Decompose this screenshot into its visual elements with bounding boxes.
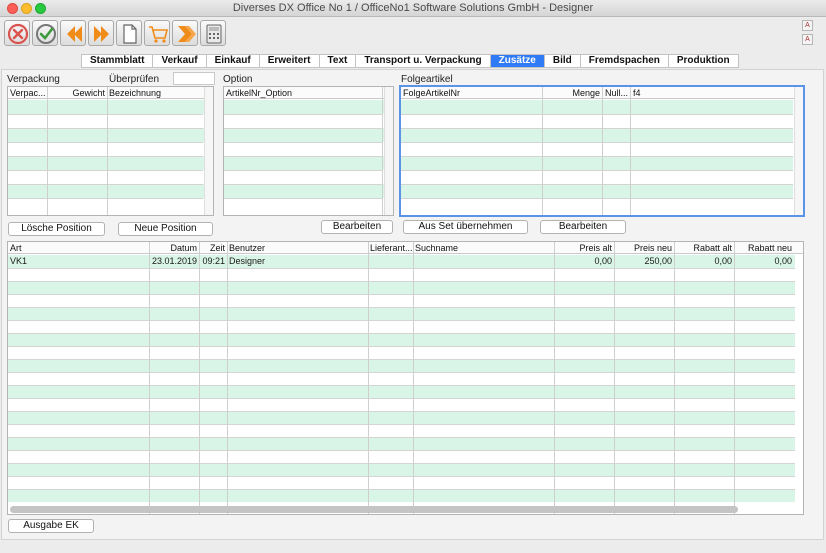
tab-zusaetze[interactable]: Zusätze — [490, 55, 545, 67]
cancel-icon — [7, 23, 29, 45]
verpackung-grid-header: Verpac... Gewicht Bezeichnung — [8, 87, 213, 99]
cell-preis-alt: 0,00 — [594, 256, 612, 266]
tab-produktion[interactable]: Produktion — [668, 55, 738, 67]
tab-bild[interactable]: Bild — [544, 55, 581, 67]
verpackung-label: Verpackung — [7, 74, 60, 85]
column-header[interactable]: Bezeichnung — [107, 87, 205, 99]
price-history-header: Art Datum Zeit Benutzer Lieferant... Suc… — [8, 242, 803, 254]
folgeartikel-label: Folgeartikel — [401, 74, 453, 85]
confirm-button[interactable] — [32, 20, 58, 46]
tab-einkauf[interactable]: Einkauf — [206, 55, 260, 67]
cell-rabatt-neu: 0,00 — [774, 256, 792, 266]
cell-rabatt-alt: 0,00 — [714, 256, 732, 266]
history-horizontal-scrollbar[interactable] — [10, 506, 738, 513]
column-header[interactable]: ArtikelNr_Option — [224, 87, 384, 99]
verpackung-scrollbar[interactable] — [204, 87, 213, 215]
arrow-left-icon — [67, 26, 82, 42]
column-header[interactable]: Lieferant... — [368, 242, 413, 254]
tab-bar: Stammblatt Verkauf Einkauf Erweitert Tex… — [81, 54, 739, 68]
price-history-grid[interactable]: Art Datum Zeit Benutzer Lieferant... Suc… — [7, 241, 804, 515]
column-header[interactable]: Null... — [603, 87, 631, 99]
option-scrollbar[interactable] — [384, 87, 393, 215]
column-header[interactable]: Benutzer — [227, 242, 367, 254]
next-button[interactable] — [88, 20, 114, 46]
tab-text[interactable]: Text — [319, 55, 357, 67]
column-header[interactable]: Gewicht — [47, 87, 107, 99]
cell-preis-neu: 250,00 — [644, 256, 672, 266]
cancel-button[interactable] — [4, 20, 30, 46]
column-header[interactable]: Datum — [149, 242, 199, 254]
column-header[interactable]: Zeit — [199, 242, 227, 254]
font-decrease-icon[interactable]: A — [802, 34, 813, 45]
cell-benutzer: Designer — [229, 256, 266, 266]
column-header[interactable]: f4 — [631, 87, 791, 99]
column-header[interactable]: Verpac... — [8, 87, 47, 99]
option-grid-header: ArtikelNr_Option — [224, 87, 393, 99]
title-bar: Diverses DX Office No 1 / OfficeNo1 Soft… — [0, 0, 826, 17]
bearbeiten-folgeartikel-button[interactable]: Bearbeiten — [540, 220, 626, 234]
window-minimize-button[interactable] — [21, 3, 32, 14]
tab-stammblatt[interactable]: Stammblatt — [82, 55, 154, 67]
zusaetze-panel: Verpackung Überprüfen Option Folgeartike… — [1, 69, 824, 540]
forward-button[interactable] — [172, 20, 198, 46]
bearbeiten-option-button[interactable]: Bearbeiten — [321, 220, 393, 234]
cell-suchname — [413, 255, 553, 268]
column-header[interactable]: FolgeArtikelNr — [401, 87, 542, 99]
column-header[interactable]: Preis neu — [614, 242, 674, 254]
folgeartikel-grid[interactable]: FolgeArtikelNr Menge Null... f4 — [399, 85, 805, 217]
column-header[interactable]: Suchname — [413, 242, 553, 254]
ueberpruefen-input[interactable] — [173, 72, 215, 85]
tab-fremdsprachen[interactable]: Fremdspachen — [580, 55, 669, 67]
tab-verkauf[interactable]: Verkauf — [153, 55, 207, 67]
font-increase-icon[interactable]: A — [802, 20, 813, 31]
previous-button[interactable] — [60, 20, 86, 46]
aus-set-uebernehmen-button[interactable]: Aus Set übernehmen — [403, 220, 528, 234]
calculator-button[interactable] — [200, 20, 226, 46]
toolbar: A A — [0, 17, 826, 49]
column-header[interactable]: Rabatt alt — [674, 242, 734, 254]
window-title: Diverses DX Office No 1 / OfficeNo1 Soft… — [232, 2, 594, 14]
loesche-position-button[interactable]: Lösche Position — [8, 222, 105, 236]
tab-transport[interactable]: Transport u. Verpackung — [356, 55, 491, 67]
calculator-icon — [206, 24, 222, 44]
cell-datum: 23.01.2019 — [151, 256, 197, 266]
column-header[interactable]: Rabatt neu — [734, 242, 794, 254]
neue-position-button[interactable]: Neue Position — [118, 222, 213, 236]
column-header[interactable]: Menge — [542, 87, 602, 99]
option-grid[interactable]: ArtikelNr_Option — [223, 86, 394, 216]
cart-icon — [149, 26, 169, 43]
double-arrow-right-icon — [178, 26, 196, 42]
column-header[interactable]: Art — [8, 242, 149, 254]
ausgabe-ek-button[interactable]: Ausgabe EK — [8, 519, 94, 533]
document-icon — [123, 24, 137, 44]
cart-button[interactable] — [144, 20, 170, 46]
new-document-button[interactable] — [116, 20, 142, 46]
cell-lieferant — [368, 255, 413, 268]
option-label: Option — [223, 74, 253, 85]
checkmark-icon — [36, 24, 56, 44]
cell-art: VK1 — [10, 256, 28, 266]
arrow-right-icon — [94, 26, 109, 42]
window-close-button[interactable] — [7, 3, 18, 14]
window-zoom-button[interactable] — [35, 3, 46, 14]
tab-erweitert[interactable]: Erweitert — [259, 55, 320, 67]
folgeartikel-scrollbar[interactable] — [794, 87, 803, 215]
column-header[interactable]: Preis alt — [554, 242, 614, 254]
ueberpruefen-label: Überprüfen — [109, 74, 160, 85]
verpackung-grid[interactable]: Verpac... Gewicht Bezeichnung — [7, 86, 214, 216]
cell-zeit: 09:21 — [202, 256, 225, 266]
